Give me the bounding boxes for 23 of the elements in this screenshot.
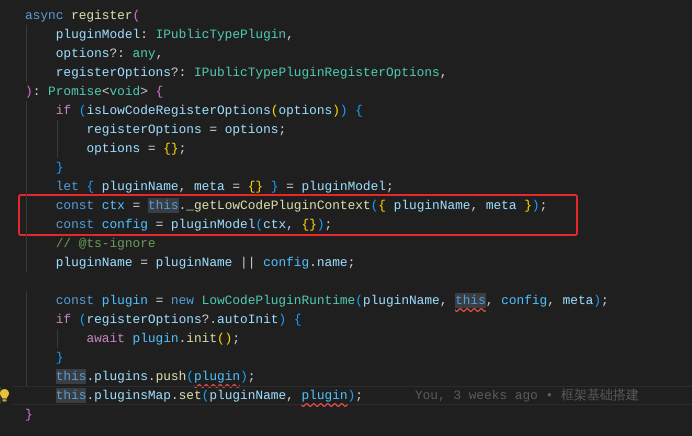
lightbulb-icon[interactable] [0,389,9,402]
code-line: const config = pluginModel(ctx, {}); [54,216,332,234]
code-line: } [25,406,33,424]
code-line: if (registerOptions?.autoInit) { [54,311,302,329]
code-line: await plugin.init(); [85,330,240,348]
code-line: async register( [25,7,140,25]
code-line: options?: any, [54,45,164,63]
code-line: const plugin = new LowCodePluginRuntime(pluginName, this, config, meta); [54,292,609,310]
code-line: ): Promise<void> { [25,83,164,101]
blame-annotation: You, 3 weeks ago • 框架基础搭建 [414,387,639,405]
code-line: pluginName = pluginName || config.name; [54,254,356,272]
code-line: } [54,349,64,367]
code-line: if (isLowCodeRegisterOptions(options)) { [54,102,363,120]
code-line: this.pluginsMap.set(pluginName, plugin); [54,387,363,405]
code-line: registerOptions?: IPublicTypePluginRegisterOptions, [54,64,448,82]
code-line: } [54,159,64,177]
code-line: let { pluginName, meta = {} } = pluginModel; [54,178,394,196]
code-line: const ctx = this._getLowCodePluginContext({ pluginName, meta }); [54,197,548,215]
code-line: // @ts-ignore [54,235,156,253]
code-line: options = {}; [85,140,186,158]
code-line: pluginModel: IPublicTypePlugin, [54,26,294,44]
code-line: this.plugins.push(plugin); [54,368,256,386]
code-line: registerOptions = options; [85,121,286,139]
